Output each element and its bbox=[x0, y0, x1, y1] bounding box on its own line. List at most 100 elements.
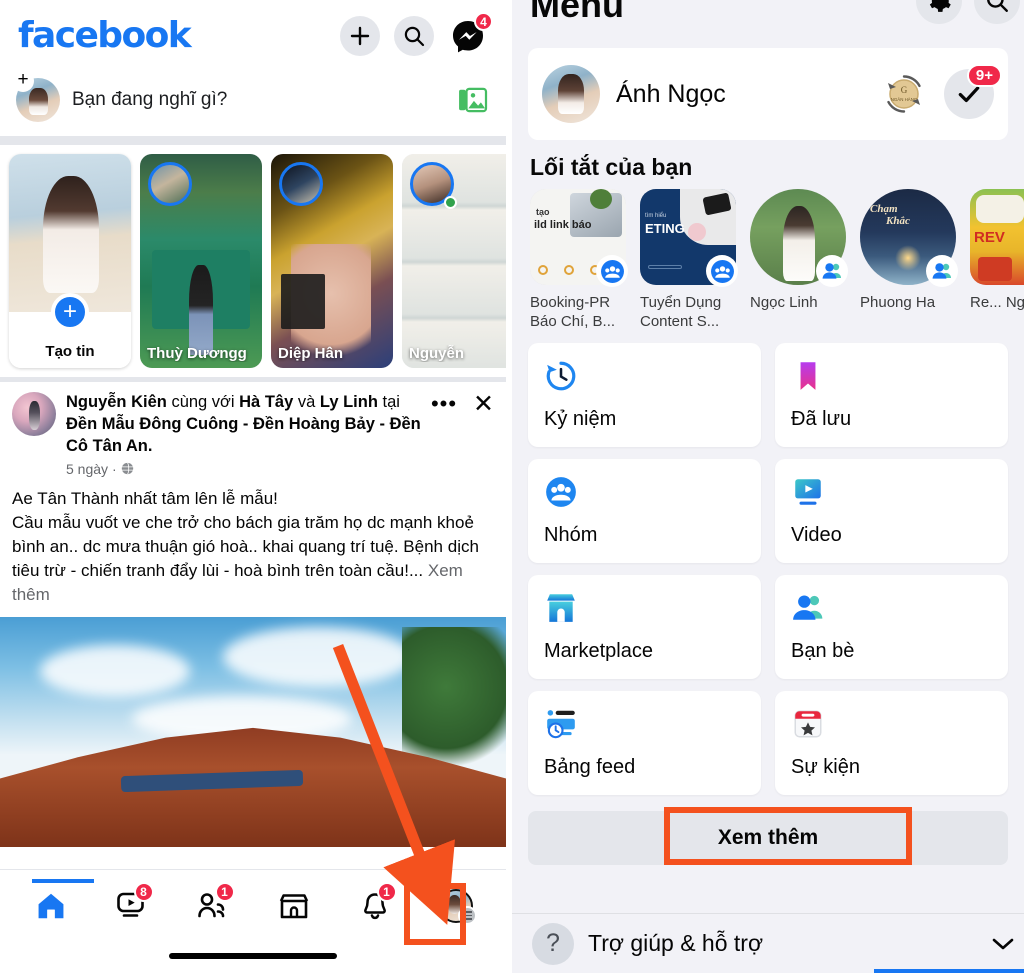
story-author-name: Thuỳ Dươngg bbox=[147, 345, 247, 362]
composer-placeholder[interactable]: Bạn đang nghĩ gì? bbox=[72, 89, 446, 111]
home-icon bbox=[38, 893, 63, 919]
story-card[interactable]: Thuỳ Dươngg bbox=[140, 154, 262, 368]
story-author-ring bbox=[148, 162, 192, 206]
create-story-plus-icon[interactable]: + bbox=[51, 293, 89, 331]
shortcut-item[interactable]: Ngọc Linh bbox=[750, 189, 848, 331]
menu-search-button[interactable] bbox=[974, 0, 1020, 24]
create-new-button[interactable] bbox=[340, 16, 380, 56]
story-author-name: Diệp Hân bbox=[278, 345, 344, 362]
photo-cloud bbox=[40, 645, 191, 698]
menu-header-icons bbox=[916, 0, 1020, 24]
see-more-section: Xem thêm bbox=[512, 795, 1024, 866]
shortcut-thumbnail: REV bbox=[970, 189, 1024, 285]
hamburger-icon bbox=[457, 906, 477, 925]
menu-tile-video[interactable]: Video bbox=[775, 459, 1008, 564]
menu-tile-label: Video bbox=[791, 524, 842, 547]
menu-tile-groups[interactable]: Nhóm bbox=[528, 459, 761, 564]
profile-check-button[interactable]: 9+ bbox=[944, 64, 1002, 119]
photo-cloud bbox=[222, 626, 413, 687]
menu-tile-label: Kỷ niệm bbox=[544, 408, 617, 431]
post-timestamp-row: 5 ngày · bbox=[66, 461, 421, 477]
profile-menu-avatar-icon[interactable] bbox=[438, 889, 477, 925]
globe-icon bbox=[121, 462, 133, 475]
story-card[interactable]: Diệp Hân bbox=[271, 154, 393, 368]
add-story-plus-icon[interactable]: + bbox=[12, 70, 34, 92]
post-tagged-2[interactable]: Ly Linh bbox=[320, 393, 378, 411]
post-place[interactable]: Đền Mẫu Đông Cuông - Đền Hoàng Bảy - Đền… bbox=[66, 415, 421, 455]
shortcut-label: Tuyển Dụng Content S... bbox=[640, 294, 722, 331]
stories-tray[interactable]: + Tạo tin Thuỳ Dươngg Diệp Hân Nguyễn bbox=[0, 145, 506, 377]
see-more-button[interactable]: Xem thêm bbox=[528, 811, 1008, 866]
post-separator: · bbox=[112, 460, 117, 477]
nav-active-indicator bbox=[31, 879, 94, 883]
saved-bookmark-icon bbox=[800, 362, 816, 391]
shortcut-item[interactable]: Chạm Khắc ĐT Phuong Ha bbox=[860, 189, 958, 331]
shortcut-label: Phuong Ha bbox=[860, 294, 936, 311]
marketplace-icon bbox=[547, 594, 575, 623]
menu-tile-marketplace[interactable]: Marketplace bbox=[528, 575, 761, 680]
nav-tab-notifications[interactable]: 1 bbox=[347, 882, 403, 930]
post-author-avatar[interactable] bbox=[12, 392, 56, 436]
search-icon bbox=[987, 0, 1008, 12]
plus-icon bbox=[350, 26, 370, 46]
group-icon bbox=[706, 255, 738, 287]
facebook-menu-panel: Menu Ánh Ngọc G NGÂN HÀNG 9+ Lối tắt của… bbox=[512, 0, 1024, 973]
help-support-row[interactable]: ? Trợ giúp & hỗ trợ bbox=[512, 913, 1024, 973]
post-photo[interactable] bbox=[0, 617, 506, 848]
shortcut-thumbnail bbox=[750, 189, 848, 287]
chevron-down-icon[interactable] bbox=[992, 937, 1014, 951]
menu-tile-friends[interactable]: Bạn bè bbox=[775, 575, 1008, 680]
composer-bar[interactable]: + Bạn đang nghĩ gì? bbox=[0, 70, 506, 136]
settings-button[interactable] bbox=[916, 0, 962, 24]
menu-tile-label: Sự kiện bbox=[791, 756, 860, 779]
search-icon bbox=[404, 26, 425, 47]
profile-avatar[interactable] bbox=[542, 65, 600, 123]
nav-tab-marketplace[interactable] bbox=[266, 882, 322, 930]
svg-text:G: G bbox=[901, 85, 908, 95]
shortcut-item[interactable]: tạo ild link báo Booking-PR Báo Chí, B..… bbox=[530, 189, 628, 331]
nav-badge-video: 8 bbox=[133, 882, 154, 902]
friends-icon bbox=[793, 595, 823, 621]
menu-tile-saved[interactable]: Đã lưu bbox=[775, 343, 1008, 448]
coin-rotate-icon[interactable]: G NGÂN HÀNG bbox=[880, 70, 928, 118]
home-indicator bbox=[169, 953, 337, 959]
post-meta: Nguyễn Kiên cùng với Hà Tây và Ly Linh t… bbox=[66, 392, 421, 477]
shortcut-thumbnail: tạo ild link báo bbox=[530, 189, 628, 287]
create-story-card[interactable]: + Tạo tin bbox=[9, 154, 131, 368]
nav-tab-menu[interactable] bbox=[428, 882, 484, 930]
feed-post: Nguyễn Kiên cùng với Hà Tây và Ly Linh t… bbox=[0, 382, 506, 848]
story-card[interactable]: Nguyễn bbox=[402, 154, 506, 368]
post-body-content: Ae Tân Thành nhất tâm lên lễ mẫu! Cầu mẫ… bbox=[12, 488, 479, 581]
post-title: Nguyễn Kiên cùng với Hà Tây và Ly Linh t… bbox=[66, 392, 421, 458]
nav-tab-home[interactable] bbox=[23, 879, 94, 930]
profile-card[interactable]: Ánh Ngọc G NGÂN HÀNG 9+ bbox=[528, 48, 1008, 140]
profile-check-badge: 9+ bbox=[966, 64, 1002, 87]
post-tagged-1[interactable]: Hà Tây bbox=[239, 393, 293, 411]
shortcuts-row[interactable]: tạo ild link báo Booking-PR Báo Chí, B..… bbox=[512, 189, 1024, 331]
bottom-nav-items: 8 1 1 bbox=[0, 870, 506, 942]
friends-icon bbox=[816, 255, 848, 287]
search-button[interactable] bbox=[394, 16, 434, 56]
menu-tile-label: Bảng feed bbox=[544, 756, 636, 779]
shortcut-label: Re... Ng... bbox=[970, 294, 1024, 311]
menu-tile-feeds[interactable]: Bảng feed bbox=[528, 691, 761, 796]
menu-header: Menu bbox=[512, 0, 1024, 38]
shortcut-item[interactable]: REV Re... Ng... bbox=[970, 189, 1024, 331]
create-story-person bbox=[43, 176, 100, 294]
menu-tile-memories[interactable]: Kỷ niệm bbox=[528, 343, 761, 448]
menu-tile-label: Marketplace bbox=[544, 640, 653, 663]
question-mark-icon: ? bbox=[532, 922, 574, 965]
post-options-button[interactable]: ••• bbox=[431, 393, 457, 415]
nav-tab-friends[interactable]: 1 bbox=[185, 882, 241, 930]
menu-tile-label: Đã lưu bbox=[791, 408, 852, 431]
menu-tile-events[interactable]: Sự kiện bbox=[775, 691, 1008, 796]
section-divider bbox=[0, 136, 506, 145]
messenger-button[interactable]: 4 bbox=[448, 12, 493, 56]
photo-library-icon[interactable] bbox=[458, 87, 488, 113]
post-close-button[interactable]: ✕ bbox=[473, 392, 494, 417]
nav-tab-video[interactable]: 8 bbox=[104, 882, 160, 930]
post-author-name[interactable]: Nguyễn Kiên bbox=[66, 393, 167, 411]
shortcut-item[interactable]: ETING tìm hiểu Tuyển Dụng Content S... bbox=[640, 189, 738, 331]
menu-tiles-grid: Kỷ niệm Đã lưu Nhóm Video Marketplace Bạ… bbox=[512, 331, 1024, 796]
settings-gear-icon bbox=[929, 0, 951, 12]
